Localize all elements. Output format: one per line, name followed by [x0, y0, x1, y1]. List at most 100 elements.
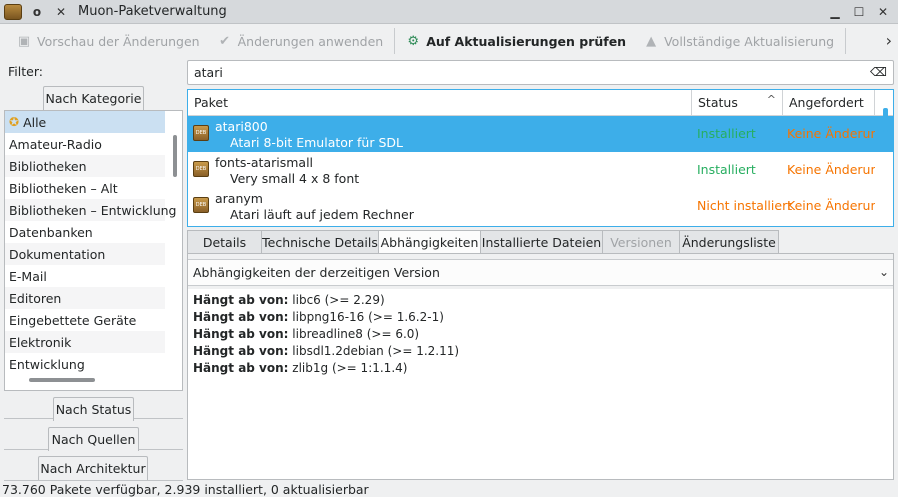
category-item[interactable]: Amateur-Radio [5, 133, 165, 155]
chevron-down-icon: ⌄ [878, 265, 889, 279]
dependency-value: libsdl1.2debian (>= 1.2.11) [292, 344, 460, 358]
package-icon: DEB [193, 161, 209, 177]
category-list[interactable]: ✪ Alle Amateur-Radio Bibliotheken Biblio… [4, 110, 183, 391]
dependency-item: Hängt ab von: zlib1g (>= 1:1.1.4) [193, 361, 888, 378]
category-item[interactable]: Dokumentation [5, 243, 165, 265]
maximize-icon[interactable]: ☐ [850, 3, 868, 21]
category-item[interactable]: Editoren [5, 287, 165, 309]
table-row[interactable]: DEB aranym Atari läuft auf jedem Rechner… [188, 188, 893, 224]
app-icon[interactable] [4, 3, 22, 20]
minimize-icon[interactable]: ▁ [826, 3, 844, 21]
sort-ascending-icon: ^ [766, 93, 776, 106]
package-icon: DEB [193, 197, 209, 213]
search-input[interactable]: atari ⌫ [187, 60, 894, 85]
title-bar: o ✕ Muon-Paketverwaltung ▁ ☐ ✕ [0, 0, 898, 24]
tab-versions[interactable]: Versionen [602, 230, 680, 254]
category-item[interactable]: Bibliotheken – Alt [5, 177, 165, 199]
column-header-requested[interactable]: Angefordert [783, 90, 875, 115]
full-upgrade-button[interactable]: ▲ Vollständige Aktualisierung [637, 27, 839, 55]
package-status: Installiert [697, 126, 756, 141]
dependency-item: Hängt ab von: libreadline8 (>= 6.0) [193, 327, 888, 344]
close-icon[interactable]: ✕ [874, 3, 892, 21]
dependency-value: libreadline8 (>= 6.0) [292, 327, 420, 341]
refresh-gear-icon: ⚙ [407, 33, 420, 49]
toolbar-separator [845, 28, 847, 54]
category-item[interactable]: Bibliotheken – Entwicklung [5, 199, 176, 221]
package-requested: Keine Änderung [787, 198, 875, 213]
category-item-all[interactable]: ✪ Alle [5, 111, 165, 133]
table-row[interactable]: DEB fonts-atarismall Very small 4 x 8 fo… [188, 152, 893, 188]
check-updates-button[interactable]: ⚙ Auf Aktualisierungen prüfen [399, 27, 631, 55]
package-table-scrollbar[interactable] [883, 108, 888, 132]
preview-icon: ▣ [17, 33, 31, 49]
dependency-item: Hängt ab von: libsdl1.2debian (>= 1.2.11… [193, 344, 888, 361]
package-name: fonts-atarismall [215, 155, 314, 170]
tab-by-status[interactable]: Nach Status [53, 397, 134, 421]
dependency-item: Hängt ab von: libc6 (>= 2.29) [193, 293, 888, 310]
keep-above-icon[interactable]: o [28, 3, 46, 21]
preview-changes-label: Vorschau der Änderungen [37, 33, 200, 49]
apply-changes-label: Änderungen anwenden [237, 33, 384, 49]
package-icon: DEB [193, 125, 209, 141]
package-status: Installiert [697, 162, 756, 177]
column-header-status[interactable]: Status ^ [692, 90, 783, 115]
dependency-prefix: Hängt ab von: [193, 327, 289, 341]
package-name: atari800 [215, 119, 268, 134]
toolbar-separator [394, 28, 396, 54]
package-requested: Keine Änderung [787, 126, 875, 141]
category-item[interactable]: Elektronik [5, 331, 165, 353]
category-item[interactable]: Entwicklung [5, 353, 165, 375]
detail-tab-bar: Details Technische Details Abhängigkeite… [187, 230, 779, 254]
tab-by-architecture[interactable]: Nach Architektur [38, 456, 148, 480]
tab-dependencies[interactable]: Abhängigkeiten [378, 230, 481, 254]
tab-installed-files[interactable]: Installierte Dateien [480, 230, 603, 254]
divider [4, 480, 183, 481]
package-status: Nicht installiert [697, 198, 793, 213]
dependency-prefix: Hängt ab von: [193, 344, 289, 358]
dependency-value: libc6 (>= 2.29) [292, 293, 385, 307]
table-row[interactable]: DEB atari800 Atari 8-bit Emulator für SD… [188, 116, 893, 152]
column-header-package[interactable]: Paket [188, 90, 692, 115]
table-header: Paket Status ^ Angefordert [188, 90, 893, 116]
tab-by-category[interactable]: Nach Kategorie [43, 86, 144, 110]
tab-changelog[interactable]: Änderungsliste [679, 230, 779, 254]
dependency-value: zlib1g (>= 1:1.1.4) [292, 361, 408, 375]
preview-changes-button[interactable]: ▣ Vorschau der Änderungen [10, 27, 205, 55]
search-value: atari [194, 65, 223, 80]
clear-text-icon[interactable]: ⌫ [870, 65, 887, 79]
apply-changes-button[interactable]: ✔ Änderungen anwenden [211, 27, 389, 55]
filter-label: Filter: [8, 64, 43, 79]
category-item[interactable]: Bibliotheken [5, 155, 165, 177]
status-bar-text: 73.760 Pakete verfügbar, 2.939 installie… [2, 482, 369, 497]
package-description: Atari 8-bit Emulator für SDL [230, 135, 403, 150]
category-vertical-scrollbar[interactable] [173, 135, 177, 177]
package-name: aranym [215, 191, 263, 206]
tab-details[interactable]: Details [187, 230, 262, 254]
category-horizontal-scrollbar[interactable] [29, 378, 95, 382]
category-item[interactable]: Eingebettete Geräte [5, 309, 165, 331]
dependency-prefix: Hängt ab von: [193, 361, 289, 375]
full-upgrade-label: Vollständige Aktualisierung [664, 33, 835, 49]
tab-by-origin[interactable]: Nach Quellen [48, 427, 139, 451]
detail-panel: Abhängigkeiten der derzeitigen Version ⌄… [187, 253, 894, 480]
category-item[interactable]: E-Mail [5, 265, 165, 287]
dependency-version-select[interactable]: Abhängigkeiten der derzeitigen Version ⌄ [188, 259, 893, 286]
tab-technical-details[interactable]: Technische Details [261, 230, 379, 254]
star-icon: ✪ [9, 115, 20, 129]
package-requested: Keine Änderung [787, 162, 875, 177]
dependency-prefix: Hängt ab von: [193, 310, 289, 324]
category-item[interactable]: Datenbanken [5, 221, 165, 243]
package-description: Very small 4 x 8 font [230, 171, 360, 186]
package-table[interactable]: Paket Status ^ Angefordert DEB atari800 … [187, 89, 894, 227]
dependency-prefix: Hängt ab von: [193, 293, 289, 307]
close-small-icon[interactable]: ✕ [52, 3, 70, 21]
toolbar-overflow-chevron-icon[interactable]: › [886, 31, 892, 50]
dependency-item: Hängt ab von: libpng16-16 (>= 1.6.2-1) [193, 310, 888, 327]
upgrade-icon: ▲ [646, 33, 657, 49]
dependency-list: Hängt ab von: libc6 (>= 2.29) Hängt ab v… [188, 289, 893, 479]
main-toolbar: ▣ Vorschau der Änderungen ✔ Änderungen a… [0, 24, 898, 58]
category-label: Alle [23, 114, 47, 130]
version-select-value: Abhängigkeiten der derzeitigen Version [193, 265, 440, 280]
window-title: Muon-Paketverwaltung [78, 4, 227, 19]
check-updates-label: Auf Aktualisierungen prüfen [426, 33, 627, 49]
